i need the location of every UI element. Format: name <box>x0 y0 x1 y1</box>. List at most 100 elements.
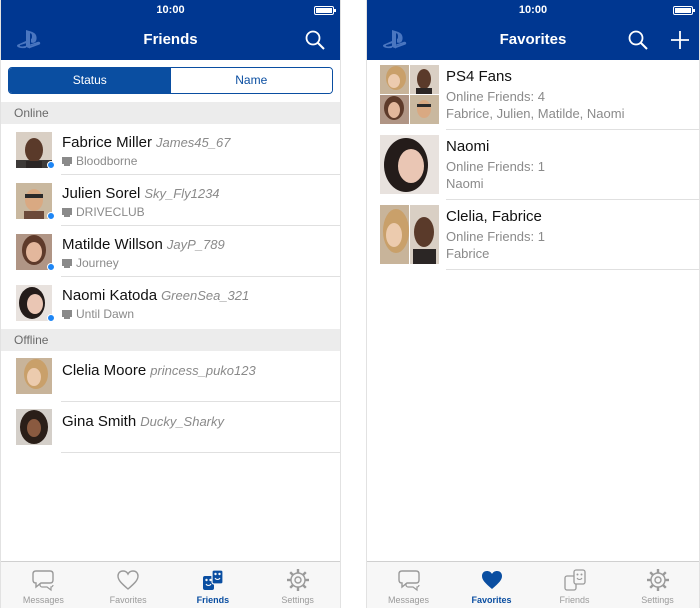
group-avatar-grid <box>380 65 439 124</box>
sort-segmented-control: Status Name <box>8 67 333 94</box>
tab-messages[interactable]: Messages <box>367 562 450 608</box>
tab-friends[interactable]: Friends <box>533 562 616 608</box>
friend-game: Bloodborne <box>76 154 138 168</box>
friend-psn-id: princess_puko123 <box>150 363 256 378</box>
tab-label: Settings <box>281 595 314 605</box>
tab-label: Messages <box>387 595 430 605</box>
favorite-title: Clelia, Fabrice <box>446 208 542 225</box>
friend-name: Fabrice Miller <box>62 134 153 151</box>
game-icon <box>62 208 72 217</box>
avatar <box>410 95 439 124</box>
online-status-dot <box>47 212 55 220</box>
tab-label: Messages <box>22 595 64 605</box>
friend-psn-id: GreenSea_321 <box>161 288 250 303</box>
friend-game: Journey <box>76 256 119 270</box>
avatar <box>16 358 52 394</box>
page-title: Friends <box>143 31 198 48</box>
tab-favorites[interactable]: Favorites <box>450 562 533 608</box>
friend-name: Naomi Katoda <box>62 287 158 304</box>
avatar <box>16 409 52 445</box>
favorite-title: Naomi <box>446 138 490 155</box>
game-icon <box>62 259 72 268</box>
tab-label: Friends <box>559 595 590 605</box>
tab-friends[interactable]: Friends <box>171 562 256 608</box>
friend-row[interactable]: Matilde Willson JayP_789 Journey <box>1 226 340 277</box>
favorite-online-count: Online Friends: 1 <box>446 159 545 174</box>
tab-label: Favorites <box>109 595 147 605</box>
favorite-online-count: Online Friends: 1 <box>446 229 545 244</box>
messages-icon <box>32 570 55 592</box>
gear-icon <box>286 569 309 591</box>
friend-game: Until Dawn <box>76 307 135 321</box>
friend-psn-id: James45_67 <box>156 135 231 150</box>
gear-icon <box>646 569 669 591</box>
search-icon[interactable] <box>627 29 649 51</box>
game-icon <box>62 310 72 319</box>
friend-row[interactable]: Clelia Moore princess_puko123 <box>1 351 340 402</box>
messages-icon <box>397 570 420 592</box>
row-divider <box>61 452 340 453</box>
friend-name: Clelia Moore <box>62 362 147 379</box>
search-icon[interactable] <box>304 29 326 51</box>
tab-settings[interactable]: Settings <box>255 562 340 608</box>
row-divider <box>446 269 699 270</box>
favorite-members: Fabrice <box>446 246 490 261</box>
tab-bar: Messages Favorites Friends Settings <box>367 561 699 608</box>
game-icon <box>62 157 72 166</box>
friend-name: Julien Sorel <box>62 185 141 202</box>
tab-favorites[interactable]: Favorites <box>86 562 171 608</box>
battery-icon <box>314 6 336 15</box>
friends-screen: 10:00 Friends Status Name Online Fabrice… <box>0 0 341 608</box>
avatar <box>380 65 409 94</box>
friend-row[interactable]: Julien Sorel Sky_Fly1234 DRIVECLUB <box>1 175 340 226</box>
segment-name[interactable]: Name <box>170 68 332 93</box>
avatar <box>410 65 439 94</box>
friend-row[interactable]: Fabrice Miller James45_67 Bloodborne <box>1 124 340 175</box>
online-section-header: Online <box>1 102 340 124</box>
status-bar: 10:00 <box>1 0 340 20</box>
avatar <box>380 95 409 124</box>
avatar <box>380 205 409 264</box>
online-status-dot <box>47 314 55 322</box>
group-avatar-grid <box>380 205 439 264</box>
friend-game: DRIVECLUB <box>76 205 145 219</box>
favorite-group-row[interactable]: PS4 Fans Online Friends: 4 Fabrice, Juli… <box>367 60 699 130</box>
add-icon[interactable] <box>669 29 691 51</box>
tab-label: Favorites <box>471 595 512 605</box>
battery-icon <box>673 6 695 15</box>
friend-name: Matilde Willson <box>62 236 163 253</box>
heart-icon <box>481 571 502 589</box>
avatar <box>410 205 439 264</box>
favorite-group-row[interactable]: Naomi Online Friends: 1 Naomi <box>367 130 699 200</box>
heart-icon <box>117 570 139 590</box>
avatar <box>380 135 439 194</box>
friend-name: Gina Smith <box>62 413 137 430</box>
tab-bar: Messages Favorites Friends Settings <box>1 561 340 608</box>
status-time: 10:00 <box>156 4 185 16</box>
tab-settings[interactable]: Settings <box>616 562 699 608</box>
status-bar: 10:00 <box>367 0 699 20</box>
segment-status[interactable]: Status <box>9 68 171 93</box>
friend-row[interactable]: Naomi Katoda GreenSea_321 Until Dawn <box>1 277 340 328</box>
tab-label: Settings <box>641 595 674 605</box>
favorite-group-row[interactable]: Clelia, Fabrice Online Friends: 1 Fabric… <box>367 200 699 270</box>
friends-icon <box>202 569 224 590</box>
nav-bar: Favorites <box>367 20 699 60</box>
online-status-dot <box>47 161 55 169</box>
favorite-online-count: Online Friends: 4 <box>446 89 545 104</box>
page-title: Favorites <box>499 31 567 48</box>
tab-label: Friends <box>196 595 230 605</box>
friends-icon <box>563 569 586 591</box>
tab-messages[interactable]: Messages <box>1 562 86 608</box>
friend-psn-id: JayP_789 <box>166 237 225 252</box>
friend-psn-id: Ducky_Sharky <box>140 414 225 429</box>
favorite-title: PS4 Fans <box>446 68 512 85</box>
nav-bar: Friends <box>1 20 340 60</box>
friend-psn-id: Sky_Fly1234 <box>144 186 220 201</box>
friend-row[interactable]: Gina Smith Ducky_Sharky <box>1 402 340 453</box>
favorites-screen: 10:00 Favorites PS4 Fans Online Friends:… <box>366 0 700 608</box>
favorite-members: Fabrice, Julien, Matilde, Naomi <box>446 106 625 121</box>
status-time: 10:00 <box>518 4 548 16</box>
favorite-members: Naomi <box>446 176 484 191</box>
online-status-dot <box>47 263 55 271</box>
